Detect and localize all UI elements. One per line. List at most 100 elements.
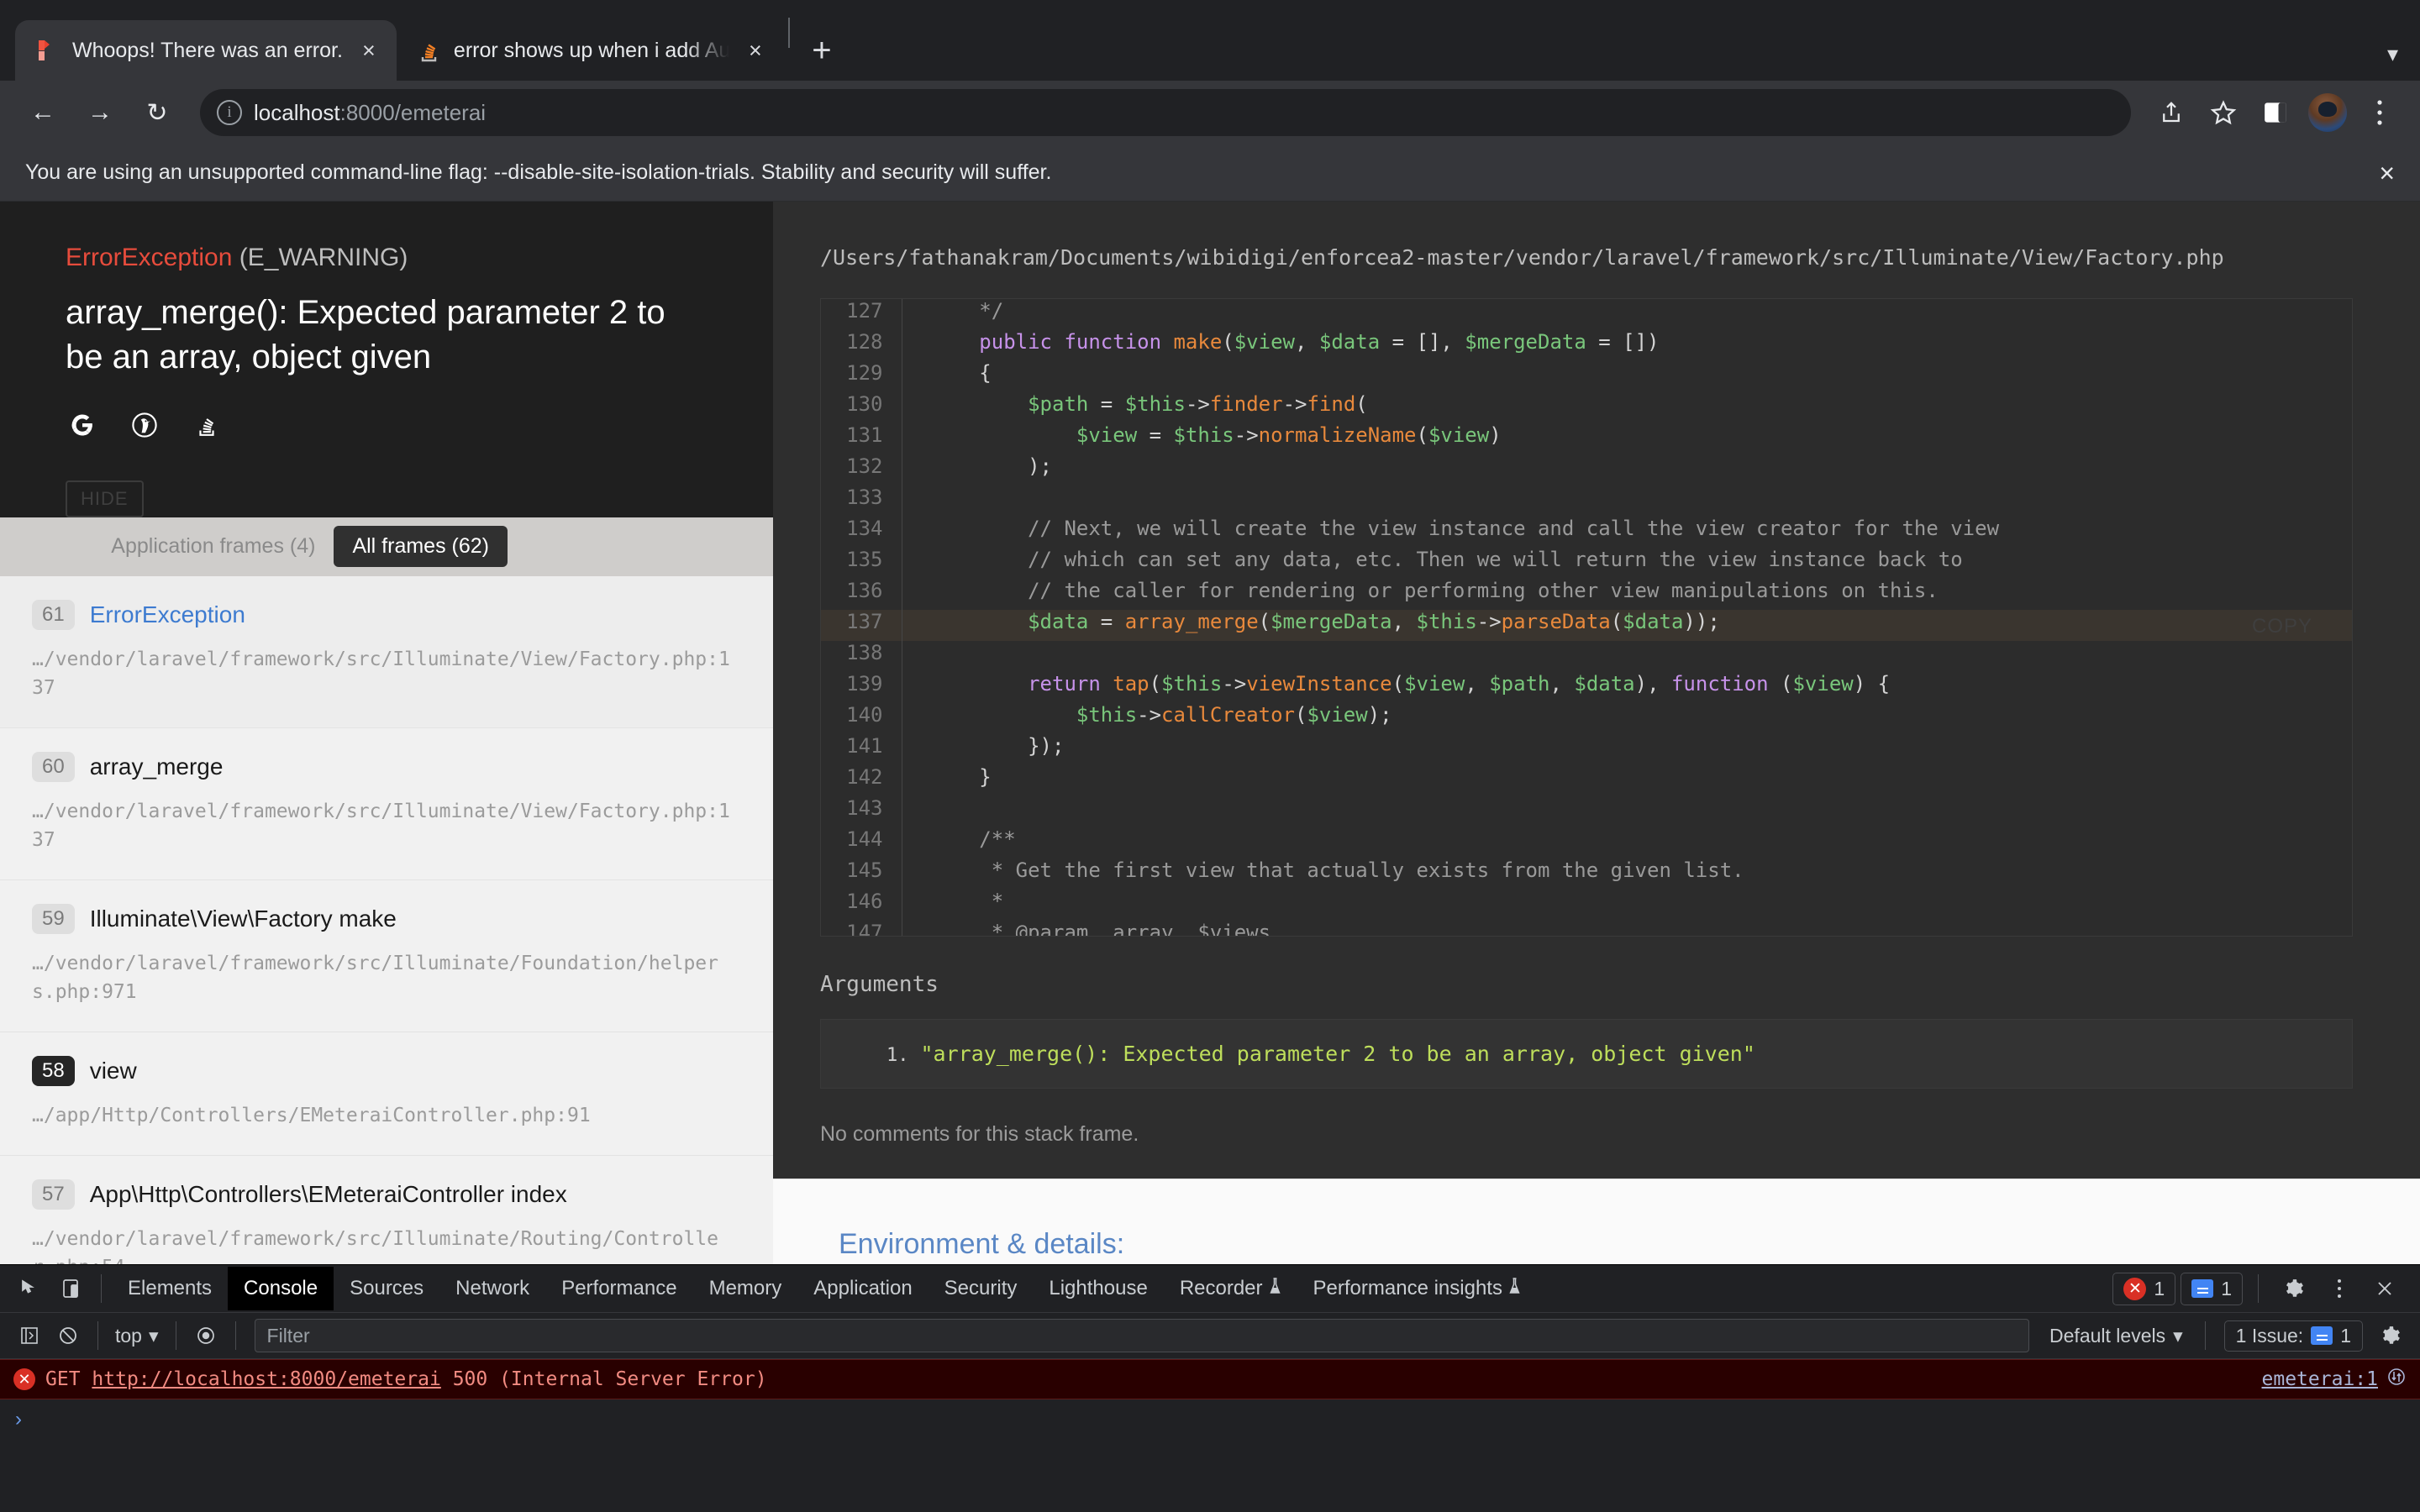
code-token: ( <box>1149 672 1162 696</box>
stack-frame-58[interactable]: 58 view …/app/Http/Controllers/EMeteraiC… <box>0 1032 773 1156</box>
filterbar-divider-3 <box>234 1321 236 1350</box>
copy-button[interactable]: COPY <box>2252 615 2312 638</box>
clear-console-icon[interactable] <box>49 1316 87 1355</box>
issues-badge[interactable]: 1 Issue: 1 <box>2223 1320 2363 1352</box>
tab-search-chevron-down-icon[interactable]: ▾ <box>2387 41 2398 67</box>
tab-close-icon-0[interactable]: × <box>355 36 383 65</box>
devtools-tab-network[interactable]: Network <box>439 1267 545 1310</box>
stackoverflow-search-icon[interactable] <box>190 408 224 442</box>
browser-tab-1[interactable]: error shows up when i add Auth × <box>397 20 783 81</box>
code-viewer[interactable]: 127 */128 public function make($view, $d… <box>820 298 2353 937</box>
devtools-tab-recorder[interactable]: Recorder <box>1164 1267 1297 1310</box>
code-line-content: { <box>902 361 2352 392</box>
log-levels-selector[interactable]: Default levels ▾ <box>2038 1325 2195 1347</box>
tab-application-frames[interactable]: Application frames (4) <box>92 526 334 567</box>
code-line-content: $path = $this->finder->find( <box>902 392 2352 423</box>
console-prompt[interactable]: › <box>0 1399 2420 1440</box>
live-expression-eye-icon[interactable] <box>187 1316 225 1355</box>
stack-frame-number: 57 <box>32 1179 75 1210</box>
devtools-tab-performance-insights[interactable]: Performance insights <box>1297 1267 1537 1310</box>
devtools-tab-lighthouse[interactable]: Lighthouse <box>1033 1267 1163 1310</box>
code-token: $this <box>1124 392 1186 416</box>
close-icon[interactable] <box>2365 1268 2405 1309</box>
tab-all-frames[interactable]: All frames (62) <box>334 526 508 568</box>
devtools-tab-elements[interactable]: Elements <box>112 1267 228 1310</box>
stack-frame-61[interactable]: 61 ErrorException …/vendor/laravel/frame… <box>0 575 773 728</box>
network-request-icon <box>2386 1367 2407 1392</box>
duckduckgo-search-icon[interactable] <box>128 408 161 442</box>
console-sidebar-toggle-icon[interactable] <box>10 1316 49 1355</box>
code-line-number: 140 <box>821 703 902 734</box>
inspect-element-icon[interactable] <box>10 1268 50 1309</box>
devtools-tab-application[interactable]: Application <box>797 1267 928 1310</box>
device-toolbar-icon[interactable] <box>50 1268 91 1309</box>
console-settings-gear-icon[interactable] <box>2371 1316 2410 1355</box>
code-line: 137 $data = array_merge($mergeData, $thi… <box>821 610 2352 641</box>
share-icon[interactable] <box>2149 91 2193 134</box>
back-button[interactable]: ← <box>18 88 67 137</box>
devtools-tab-console[interactable]: Console <box>228 1267 334 1310</box>
google-search-icon[interactable] <box>66 408 99 442</box>
error-icon: ✕ <box>13 1368 35 1390</box>
console-filter-input[interactable]: Filter <box>254 1319 2030 1352</box>
code-line-number: 138 <box>821 641 902 672</box>
code-token: = [], <box>1380 330 1465 354</box>
tab-strip-actions: ▾ <box>2387 41 2420 81</box>
code-line: 135 // which can set any data, etc. Then… <box>821 548 2352 579</box>
devtools-tab-security[interactable]: Security <box>929 1267 1034 1310</box>
code-token: } <box>930 765 992 789</box>
code-line-content: }); <box>902 734 2352 765</box>
browser-tab-0[interactable]: Whoops! There was an error. × <box>15 20 397 81</box>
console-error-row[interactable]: ✕ GET http://localhost:8000/emeterai 500… <box>0 1359 2420 1399</box>
stack-frame-59[interactable]: 59 Illuminate\View\Factory make …/vendor… <box>0 879 773 1032</box>
code-line: 132 ); <box>821 454 2352 486</box>
stack-frame-60[interactable]: 60 array_merge …/vendor/laravel/framewor… <box>0 727 773 880</box>
info-count-badge[interactable]: 1 <box>2181 1272 2243 1305</box>
console-output[interactable]: ✕ GET http://localhost:8000/emeterai 500… <box>0 1359 2420 1512</box>
chrome-menu-icon[interactable] <box>2358 91 2402 134</box>
stackoverflow-icon <box>415 37 442 64</box>
address-bar[interactable]: i localhost:8000/emeterai <box>200 89 2131 136</box>
devtools-tab-performance[interactable]: Performance <box>545 1267 692 1310</box>
code-line: 130 $path = $this->finder->find( <box>821 392 2352 423</box>
code-token: , <box>1392 610 1417 633</box>
code-token: * <box>930 890 1004 913</box>
code-line: 136 // the caller for rendering or perfo… <box>821 579 2352 610</box>
console-source-link[interactable]: emeterai:1 <box>2262 1367 2407 1392</box>
code-token: $view <box>1076 423 1138 447</box>
code-table: 127 */128 public function make($view, $d… <box>821 299 2352 936</box>
code-line-number: 139 <box>821 672 902 703</box>
code-token: $view <box>1307 703 1368 727</box>
url-path: :8000/emeterai <box>339 99 487 125</box>
forward-button[interactable]: → <box>76 88 124 137</box>
profile-avatar[interactable] <box>2306 91 2349 134</box>
issues-label: 1 Issue: <box>2235 1324 2304 1347</box>
devtools-tab-sources[interactable]: Sources <box>334 1267 439 1310</box>
site-info-icon[interactable]: i <box>217 100 242 125</box>
tab-close-icon-1[interactable]: × <box>741 36 770 65</box>
environment-title: Environment & details: <box>839 1228 1125 1260</box>
error-count-badge[interactable]: ✕ 1 <box>2112 1272 2176 1305</box>
stack-frame-header: 60 array_merge <box>32 751 741 782</box>
gear-icon[interactable] <box>2274 1268 2314 1309</box>
code-token: , <box>1549 672 1575 696</box>
side-panel-icon[interactable] <box>2254 91 2297 134</box>
reload-button[interactable]: ↻ <box>133 88 182 137</box>
hide-button[interactable]: HIDE <box>66 480 144 517</box>
code-line-content: * <box>902 890 2352 921</box>
kebab-menu-icon[interactable] <box>2319 1268 2360 1309</box>
flag-banner-close-icon[interactable]: × <box>2379 160 2395 186</box>
code-token: finder <box>1209 392 1283 416</box>
code-token: public function <box>979 330 1174 354</box>
new-tab-button[interactable]: + <box>798 27 845 74</box>
stack-frame-name: view <box>89 1057 137 1084</box>
execution-context-selector[interactable]: top ▾ <box>108 1325 166 1347</box>
code-token: -> <box>1137 703 1162 727</box>
devtools-tab-memory[interactable]: Memory <box>693 1267 798 1310</box>
code-token: $mergeData <box>1465 330 1586 354</box>
bookmark-star-icon[interactable] <box>2202 91 2245 134</box>
code-token: )); <box>1683 610 1720 633</box>
stack-frame-path: …/vendor/laravel/framework/src/Illuminat… <box>32 952 718 1003</box>
code-line-number: 141 <box>821 734 902 765</box>
